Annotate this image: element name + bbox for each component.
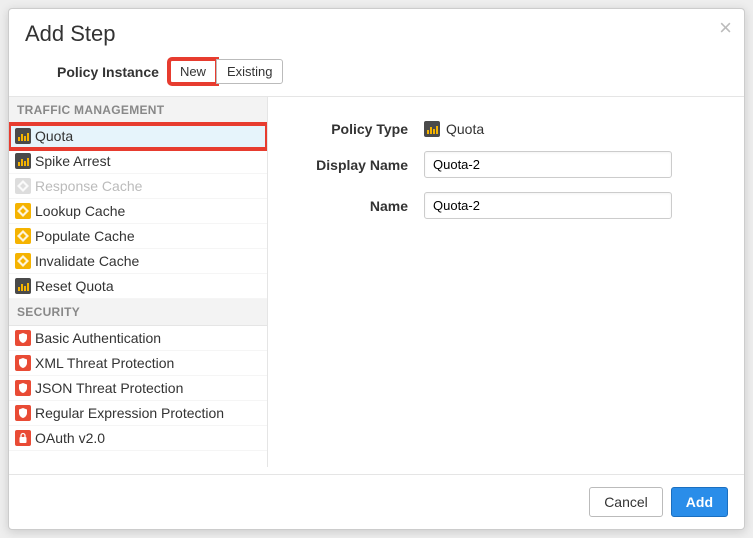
sidebar-item[interactable]: Populate Cache bbox=[9, 224, 267, 249]
sidebar-item-label: Quota bbox=[35, 128, 73, 144]
sidebar-item-label: Basic Authentication bbox=[35, 330, 161, 346]
modal-footer: Cancel Add bbox=[9, 474, 744, 529]
sidebar-item-label: Populate Cache bbox=[35, 228, 135, 244]
sidebar-item-label: XML Threat Protection bbox=[35, 355, 174, 371]
display-name-input[interactable] bbox=[424, 151, 672, 178]
policy-details: Policy Type Quota Display Name Name bbox=[268, 97, 744, 467]
modal-title: Add Step bbox=[25, 21, 728, 47]
policy-instance-toggle: New Existing bbox=[169, 59, 284, 84]
policy-instance-new-button[interactable]: New bbox=[169, 59, 217, 84]
policy-type-value: Quota bbox=[446, 121, 484, 137]
sidebar-item[interactable]: Lookup Cache bbox=[9, 199, 267, 224]
policy-instance-label: Policy Instance bbox=[57, 64, 159, 80]
sidebar-item-label: OAuth v2.0 bbox=[35, 430, 105, 446]
sidebar-item[interactable]: Invalidate Cache bbox=[9, 249, 267, 274]
quota-icon bbox=[15, 128, 31, 144]
sidebar-item[interactable]: Regular Expression Protection bbox=[9, 401, 267, 426]
close-icon[interactable]: × bbox=[719, 15, 732, 41]
shield-icon bbox=[15, 380, 31, 396]
sidebar-item[interactable]: OAuth v2.0 bbox=[9, 426, 267, 451]
sidebar-item-label: JSON Threat Protection bbox=[35, 380, 183, 396]
cache-icon bbox=[15, 178, 31, 194]
sidebar-group-header: TRAFFIC MANAGEMENT bbox=[9, 97, 267, 124]
sidebar-item[interactable]: JSON Threat Protection bbox=[9, 376, 267, 401]
shield-icon bbox=[15, 330, 31, 346]
sidebar-item-label: Reset Quota bbox=[35, 278, 114, 294]
sidebar-item[interactable]: Basic Authentication bbox=[9, 326, 267, 351]
spike-icon bbox=[15, 153, 31, 169]
sidebar-item[interactable]: XML Threat Protection bbox=[9, 351, 267, 376]
sidebar-item[interactable]: Quota bbox=[9, 124, 267, 149]
sidebar-item-label: Spike Arrest bbox=[35, 153, 110, 169]
sidebar-item-label: Lookup Cache bbox=[35, 203, 125, 219]
lock-icon bbox=[15, 430, 31, 446]
shield-icon bbox=[15, 405, 31, 421]
add-step-dialog: × Add Step Policy Instance New Existing … bbox=[8, 8, 745, 530]
cache-icon bbox=[15, 253, 31, 269]
cache-icon bbox=[15, 228, 31, 244]
policy-type-label: Policy Type bbox=[288, 121, 424, 137]
quota-icon bbox=[424, 121, 440, 137]
sidebar-item-label: Invalidate Cache bbox=[35, 253, 139, 269]
sidebar-item[interactable]: Reset Quota bbox=[9, 274, 267, 299]
modal-header: Add Step bbox=[9, 9, 744, 59]
policy-sidebar[interactable]: TRAFFIC MANAGEMENT Quota Spike Arrest Respo… bbox=[9, 97, 268, 467]
quota-icon bbox=[15, 278, 31, 294]
sidebar-group-header: SECURITY bbox=[9, 299, 267, 326]
policy-instance-row: Policy Instance New Existing bbox=[9, 59, 744, 96]
sidebar-item-label: Regular Expression Protection bbox=[35, 405, 224, 421]
cache-icon bbox=[15, 203, 31, 219]
shield-icon bbox=[15, 355, 31, 371]
sidebar-item-label: Response Cache bbox=[35, 178, 142, 194]
sidebar-item[interactable]: Spike Arrest bbox=[9, 149, 267, 174]
cancel-button[interactable]: Cancel bbox=[589, 487, 663, 517]
name-input[interactable] bbox=[424, 192, 672, 219]
add-button[interactable]: Add bbox=[671, 487, 728, 517]
name-label: Name bbox=[288, 198, 424, 214]
display-name-label: Display Name bbox=[288, 157, 424, 173]
policy-instance-existing-button[interactable]: Existing bbox=[216, 59, 284, 84]
modal-body: TRAFFIC MANAGEMENT Quota Spike Arrest Respo… bbox=[9, 96, 744, 467]
sidebar-item: Response Cache bbox=[9, 174, 267, 199]
